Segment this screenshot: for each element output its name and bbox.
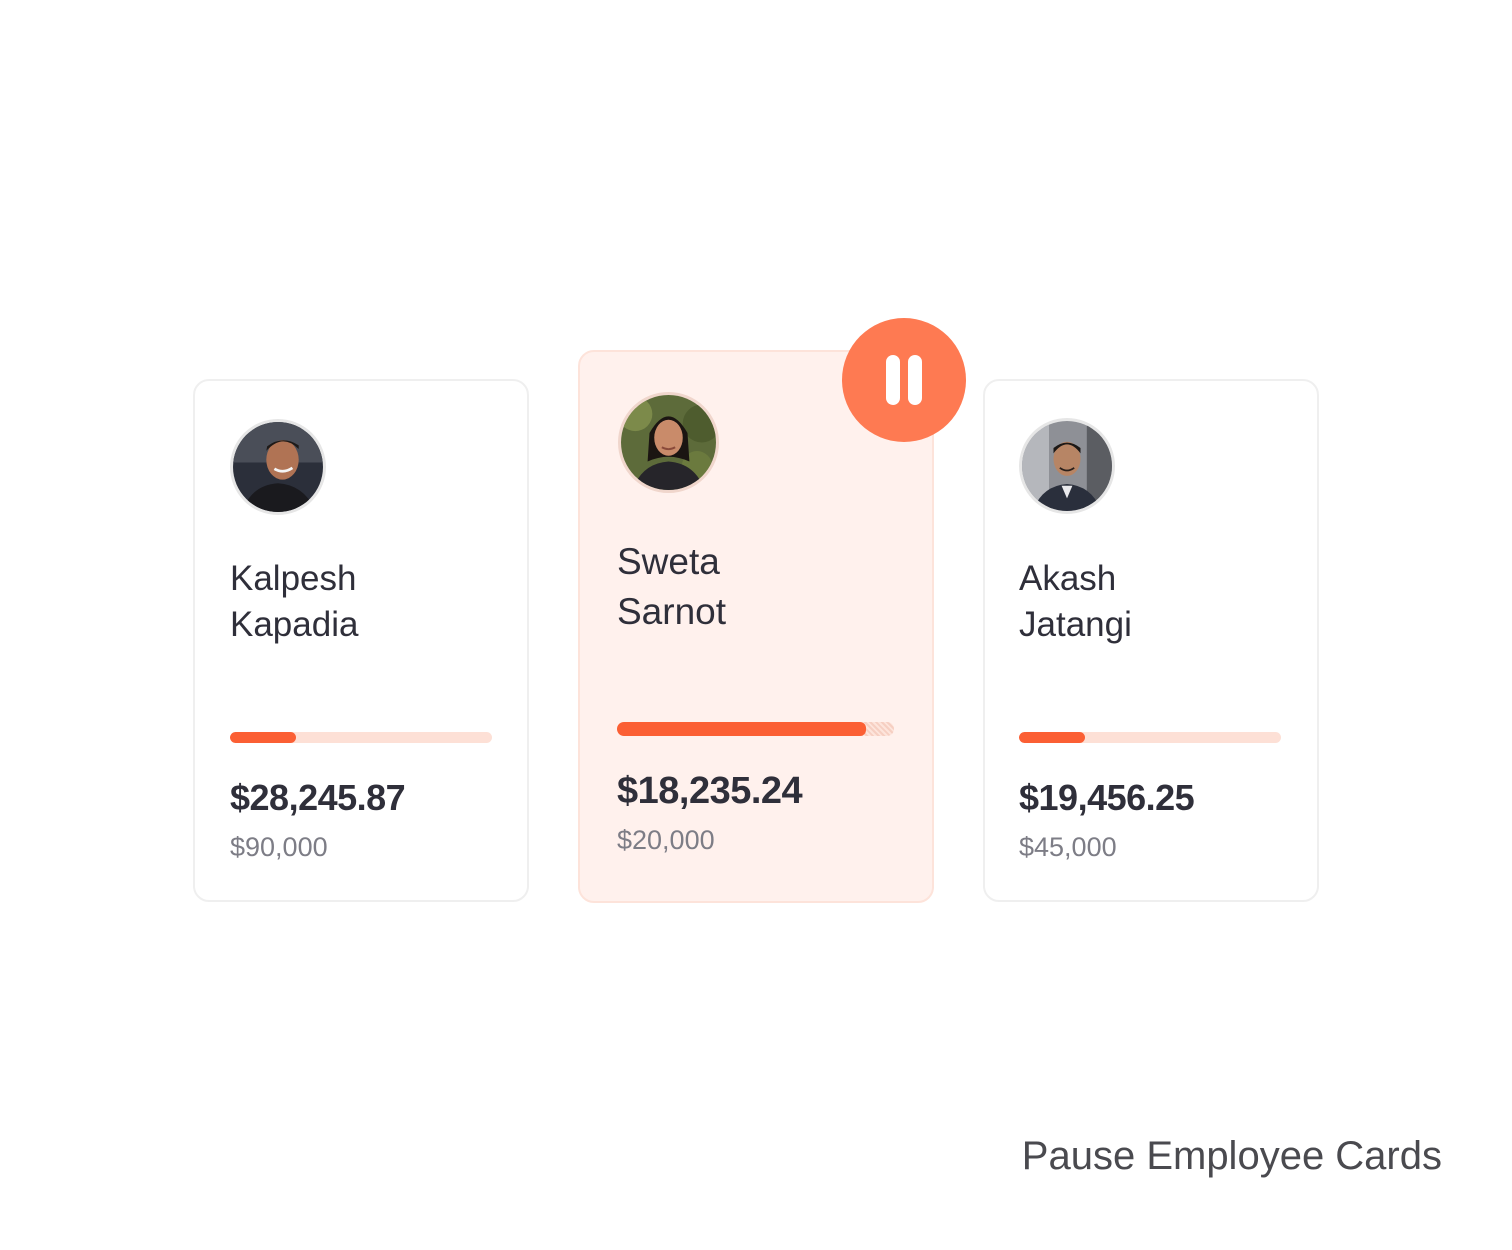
avatar — [1019, 418, 1115, 514]
employee-name: Sweta Sarnot — [617, 537, 726, 637]
first-name: Sweta — [617, 541, 720, 582]
employee-name: Akash Jatangi — [1019, 556, 1132, 648]
spend-progress-fill — [230, 732, 296, 743]
spend-progress-fill — [1019, 732, 1085, 743]
avatar-photo — [233, 422, 323, 512]
budget-limit: $90,000 — [230, 832, 328, 862]
spent-amount: $18,235.24 — [617, 770, 803, 812]
avatar-photo — [1022, 421, 1112, 511]
spent-amount: $28,245.87 — [230, 777, 406, 818]
caption: Pause Employee Cards — [1021, 1134, 1442, 1178]
budget-limit: $45,000 — [1019, 832, 1117, 862]
pause-icon-bar-right — [908, 355, 922, 405]
spend-progress-fill — [617, 722, 867, 736]
employee-card-kalpesh[interactable]: Kalpesh Kapadia $28,245.87 $90,000 — [193, 379, 529, 902]
employee-card-akash[interactable]: Akash Jatangi $19,456.25 $45,000 — [983, 379, 1319, 902]
pause-icon-bar-left — [886, 355, 900, 405]
last-name: Jatangi — [1019, 605, 1132, 644]
avatar-photo — [621, 395, 716, 490]
first-name: Kalpesh — [230, 559, 357, 598]
employee-name: Kalpesh Kapadia — [230, 556, 358, 648]
avatar — [230, 419, 326, 515]
spent-amount: $19,456.25 — [1019, 777, 1195, 818]
spend-progress-bar — [1019, 732, 1281, 743]
spend-progress-bar — [230, 732, 492, 743]
pause-button[interactable] — [842, 318, 966, 442]
first-name: Akash — [1019, 559, 1117, 598]
last-name: Kapadia — [230, 605, 359, 644]
budget-limit: $20,000 — [617, 825, 715, 855]
spend-progress-bar — [617, 722, 894, 736]
last-name: Sarnot — [617, 591, 727, 632]
avatar — [618, 392, 719, 493]
